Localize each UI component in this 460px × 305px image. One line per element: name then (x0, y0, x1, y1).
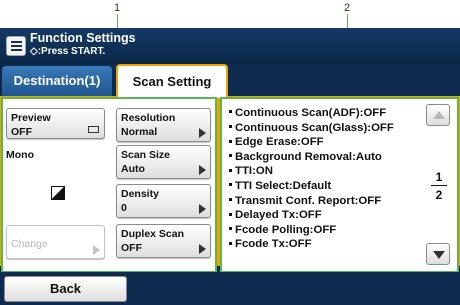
chevron-right-icon (93, 245, 100, 255)
page-total: 2 (435, 188, 443, 202)
scroll-down-button[interactable] (426, 243, 450, 265)
page-title: Function Settings (30, 31, 136, 45)
page-divider (431, 185, 447, 186)
title-bar: Function Settings ◇:Press START. (0, 28, 460, 64)
change-label: Change (11, 238, 48, 250)
preview-toggle-icon (88, 126, 99, 133)
scan-size-value: Auto (121, 163, 145, 175)
chevron-right-icon (199, 244, 206, 254)
scan-size-button[interactable]: Scan Size Auto (116, 145, 211, 179)
list-item[interactable]: Edge Erase:OFF (229, 135, 419, 150)
list-item[interactable]: TTI Select:Default (229, 179, 419, 194)
list-item[interactable]: TTI:ON (229, 164, 419, 179)
back-button[interactable]: Back (4, 276, 127, 302)
resolution-button[interactable]: Resolution Normal (116, 108, 211, 142)
scan-size-label: Scan Size (121, 149, 171, 161)
tab-destination[interactable]: Destination(1) (2, 66, 112, 96)
settings-list: Continuous Scan(ADF):OFF Continuous Scan… (229, 106, 419, 252)
list-item[interactable]: Continuous Scan(Glass):OFF (229, 121, 419, 136)
page-current: 1 (435, 170, 443, 184)
density-button[interactable]: Density 0 (116, 184, 211, 218)
preview-value: OFF (11, 126, 32, 138)
chevron-right-icon (199, 165, 206, 175)
color-mode-label: Mono (6, 149, 34, 161)
start-hint: ◇:Press START. (30, 46, 106, 57)
arrow-down-icon (433, 251, 445, 259)
callout-number-2: 2 (344, 2, 351, 14)
scroll-up-button[interactable] (426, 104, 450, 126)
arrow-up-icon (433, 111, 445, 119)
resolution-label: Resolution (121, 112, 176, 124)
list-item[interactable]: Continuous Scan(ADF):OFF (229, 106, 419, 121)
duplex-scan-label: Duplex Scan (121, 228, 185, 240)
density-label: Density (121, 188, 159, 200)
density-value: 0 (121, 202, 127, 214)
resolution-value: Normal (121, 126, 158, 138)
tab-scan-setting[interactable]: Scan Setting (116, 64, 228, 98)
chevron-right-icon (199, 128, 206, 138)
preview-button[interactable]: Preview OFF (6, 108, 105, 139)
function-menu-icon (6, 36, 26, 56)
change-button[interactable]: Change (6, 225, 105, 259)
list-item[interactable]: Transmit Conf. Report:OFF (229, 194, 419, 209)
device-screen: Function Settings ◇:Press START. Destina… (0, 28, 460, 305)
list-item[interactable]: Fcode Polling:OFF (229, 223, 419, 238)
list-item[interactable]: Fcode Tx:OFF (229, 237, 419, 252)
list-item[interactable]: Delayed Tx:OFF (229, 208, 419, 223)
callout-number-1: 1 (114, 2, 121, 14)
chevron-right-icon (199, 204, 206, 214)
list-item[interactable]: Background Removal:Auto (229, 150, 419, 165)
mono-color-icon (51, 186, 65, 200)
preview-label: Preview (11, 112, 51, 124)
duplex-scan-value: OFF (121, 242, 142, 254)
duplex-scan-button[interactable]: Duplex Scan OFF (116, 224, 211, 258)
